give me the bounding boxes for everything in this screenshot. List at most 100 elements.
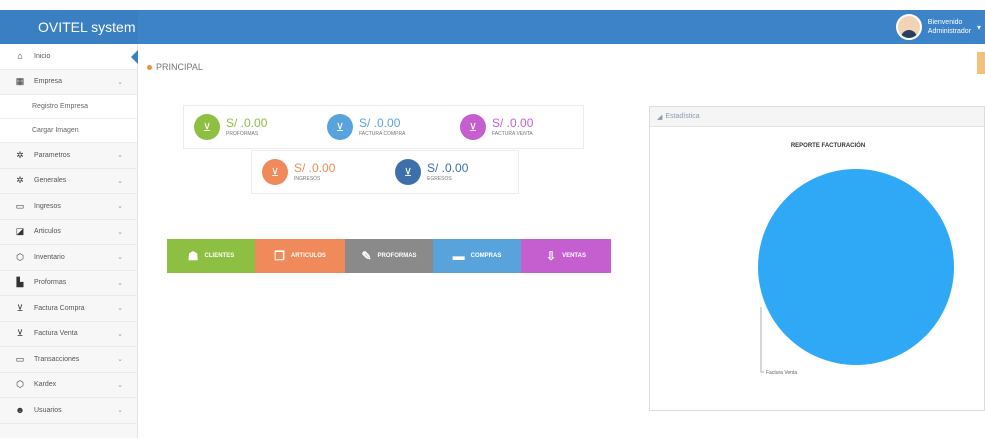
folder-icon: ▭: [15, 353, 25, 364]
cart-icon: ⊻: [395, 159, 421, 185]
chevron-down-icon: ⌄: [117, 356, 123, 364]
module-label: ARTICULOS: [290, 253, 326, 259]
statistics-panel: ◢ Estadística REPORTE FACTURACIÓN Factura…: [649, 106, 985, 411]
module-label: VENTAS: [562, 253, 586, 259]
breadcrumb: PRINCIPAL: [147, 62, 203, 72]
cart-icon: ⊻: [16, 302, 24, 313]
panel-header: ◢ Estadística: [650, 107, 984, 127]
sidebar-item-label: Factura Compra: [34, 304, 85, 312]
sidebar-item-label: Inicio: [34, 52, 51, 60]
stat-card: ⊻ S/ .0.00 EGRESOS: [385, 151, 518, 193]
bullet-icon: [147, 64, 152, 70]
download-icon: ⇩: [546, 249, 557, 263]
app-header: OVITEL system Bienvenido Administrador ▾: [0, 10, 985, 44]
sidebar-item-empresa[interactable]: ▦ Empresa ⌄: [0, 70, 137, 95]
chevron-down-icon: ⌄: [117, 152, 123, 160]
submenu-item[interactable]: Registro Empresa: [0, 95, 137, 119]
sidebar-item-kardex[interactable]: ⬡ Kardex ⌄: [0, 373, 137, 398]
monitor-icon: ▭: [15, 200, 25, 211]
sidebar-item-label: Inventario: [34, 253, 65, 261]
user-greeting: Bienvenido: [927, 19, 963, 26]
slice-label-line: [760, 307, 764, 373]
ventas-button[interactable]: ⇩ VENTAS: [521, 239, 611, 273]
compras-button[interactable]: ▬ COMPRAS: [433, 239, 521, 273]
clientes-button[interactable]: ☗ CLIENTES: [167, 239, 255, 273]
stat-card: ⊻ S/ .0.00 INGRESOS: [252, 151, 385, 193]
sidebar-item-usuarios[interactable]: ☻ Usuarios ⌄: [0, 398, 137, 424]
stat-label: FACTURA VENTA: [492, 130, 533, 137]
sidebar-item-parametros[interactable]: ✲ Parametros ⌄: [0, 143, 137, 169]
credit-card-icon: ▬: [452, 249, 465, 263]
stat-label: FACTURA COMPRA: [359, 130, 406, 137]
sidebar-item-label: Transacciones: [34, 355, 80, 363]
user-info: Bienvenido Administrador: [928, 18, 971, 36]
sidebar-item-ingresos[interactable]: ▭ Ingresos ⌄: [0, 194, 137, 220]
proformas-button[interactable]: ✎ PROFORMAS: [345, 239, 433, 273]
module-label: PROFORMAS: [377, 253, 417, 259]
sidebar-item-inicio[interactable]: ⌂ Inicio: [0, 44, 138, 70]
sidebar-item-transacciones[interactable]: ▭ Transacciones ⌄: [0, 347, 137, 373]
chevron-down-icon: ⌄: [117, 330, 123, 338]
sidebar-item-inventario[interactable]: ⬡ Inventario ⌄: [0, 245, 137, 271]
module-label: CLIENTES: [204, 253, 235, 259]
chevron-down-icon: ⌄: [117, 279, 123, 287]
stat-label: EGRESOS: [427, 175, 452, 182]
stat-label: INGRESOS: [294, 175, 321, 182]
module-buttons: ☗ CLIENTES ❒ ARTICULOS ✎ PROFORMAS ▬ COMPRAS ⇩ VE…: [167, 239, 611, 273]
stats-row-top: ⊻ S/ .0.00 PROFORMAS ⊻ S/ .0.00 FACTURA COMPR…: [183, 105, 584, 149]
sidebar-item-label: Proformas: [34, 279, 67, 287]
main-content: PRINCIPAL ⊻ S/ .0.00 PROFORMAS ⊻ S/ .0.00 FAC…: [139, 44, 985, 438]
chevron-down-icon[interactable]: ▾: [977, 23, 981, 32]
cube-outline-icon: ⬡: [16, 379, 24, 390]
stat-card: ⊻ S/ .0.00 FACTURA COMPRA: [317, 106, 450, 148]
chevron-down-icon: ⌄: [117, 407, 123, 415]
module-label: COMPRAS: [470, 253, 502, 259]
stat-value: S/ .0.00: [427, 160, 469, 175]
slice-label: Factura Venta: [766, 370, 797, 376]
sidebar-item-label: Factura Venta: [34, 330, 78, 338]
chevron-down-icon: ⌄: [117, 78, 123, 86]
pie-slice[interactable]: [758, 169, 954, 365]
chevron-down-icon: ⌄: [117, 177, 123, 185]
stat-label: PROFORMAS: [226, 130, 259, 137]
chevron-down-icon: ⌄: [117, 305, 123, 313]
cart-icon: ⊻: [327, 114, 353, 140]
submenu-item[interactable]: Cargar Imagen: [0, 119, 137, 143]
chevron-down-icon: ⌄: [117, 228, 123, 236]
stat-value: S/ .0.00: [492, 115, 534, 130]
cart-icon: ⊻: [460, 114, 486, 140]
user-icon: ☗: [187, 249, 199, 263]
sidebar-item-label: Parametros: [34, 151, 71, 159]
sidebar-item-label: Usuarios: [34, 406, 62, 414]
sidebar-item-generales[interactable]: ✲ Generales ⌄: [0, 169, 137, 194]
cart-icon: ⊻: [194, 114, 220, 140]
sidebar-item-articulos[interactable]: ◪ Articulos ⌄: [0, 220, 137, 245]
stat-card: ⊻ S/ .0.00 PROFORMAS: [184, 106, 317, 148]
sidebar-item-factura-compra[interactable]: ⊻ Factura Compra ⌄: [0, 296, 137, 322]
sidebar-item-factura-venta[interactable]: ⊻ Factura Venta ⌄: [0, 322, 137, 347]
cart-icon: ⊻: [262, 159, 288, 185]
app-title[interactable]: OVITEL system: [0, 10, 138, 44]
gear-icon: ✲: [16, 149, 24, 160]
sidebar-item-label: Kardex: [34, 381, 57, 389]
chevron-down-icon: ⌄: [117, 254, 123, 262]
user-menu[interactable]: Bienvenido Administrador ▾: [895, 12, 985, 42]
sidebar-item-label: Empresa: [34, 78, 63, 86]
user-role: Administrador: [927, 28, 971, 35]
edge-button[interactable]: [977, 52, 985, 74]
cube-icon: ◪: [15, 226, 25, 237]
users-icon: ☻: [15, 405, 25, 416]
sidebar-item-proformas[interactable]: ▙ Proformas ⌄: [0, 271, 137, 296]
sidebar: ⌂ Inicio ▦ Empresa ⌄ Registro Empresa Cargar I…: [0, 44, 138, 438]
home-icon: ⌂: [17, 51, 23, 62]
document-icon: ▙: [16, 277, 24, 288]
stat-value: S/ .0.00: [226, 115, 268, 130]
articulos-button[interactable]: ❒ ARTICULOS: [255, 239, 345, 273]
avatar[interactable]: [895, 14, 922, 40]
cart-icon: ⊻: [16, 328, 24, 339]
panel-title: Estadística: [665, 113, 700, 120]
breadcrumb-label: PRINCIPAL: [156, 62, 203, 72]
box-icon: ❒: [274, 249, 285, 263]
bar-chart-icon: ◢: [657, 113, 663, 121]
sidebar-item-label: Articulos: [34, 228, 61, 236]
